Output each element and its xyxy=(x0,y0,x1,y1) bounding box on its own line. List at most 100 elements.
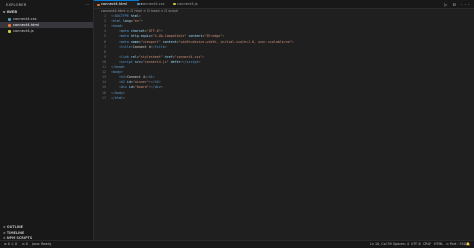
code-token: script xyxy=(120,59,133,64)
file-type-icon xyxy=(137,3,140,5)
breadcrumb[interactable]: connect4.html > ⊡ html > ⊡ head > ⊡ scri… xyxy=(101,9,178,13)
code-token: link xyxy=(120,54,129,59)
problems-status[interactable]: ⊗ 0 ⚠ 0 xyxy=(4,241,17,248)
folder-iweb[interactable]: v IWEB xyxy=(3,10,17,14)
cursor-position[interactable]: Ln 10, Col 39 xyxy=(370,241,392,248)
code-token: charset xyxy=(128,29,145,34)
code-token: > xyxy=(160,29,163,34)
code-text: <title>Connect 4</title> xyxy=(111,45,167,50)
code-token: "board" xyxy=(134,85,149,90)
code-token: > xyxy=(120,24,123,29)
code-token: "viewport" xyxy=(140,39,161,44)
editor-actions[interactable]: ▷ ⊟ ··· xyxy=(444,2,471,7)
code-token: head xyxy=(113,24,121,29)
file-type-icon xyxy=(8,17,11,21)
code-token: html xyxy=(128,14,139,18)
code-token: body xyxy=(114,90,123,95)
explorer-more-actions-icon[interactable]: ··· xyxy=(85,2,89,7)
code-token: meta xyxy=(120,34,129,39)
code-token: lang xyxy=(120,19,131,24)
outline-section[interactable]: > OUTLINE xyxy=(3,225,23,229)
code-token: html xyxy=(114,95,123,100)
code-token: defer xyxy=(168,59,181,64)
code-editor[interactable]: 1 <!DOCTYPE html> 2 <html lang="en"> 3 <head>… xyxy=(94,14,474,238)
explorer-sidebar: EXPLORER ··· v IWEB connect4.css connect4… xyxy=(0,0,94,240)
code-token: > xyxy=(164,44,167,49)
language-mode[interactable]: HTML xyxy=(434,241,443,248)
code-token: "winner" xyxy=(132,80,149,85)
live-server-port[interactable]: ⊙ Port : 5500 xyxy=(446,241,468,248)
code-text: </html> xyxy=(111,96,125,101)
ports-status[interactable]: ⊘ 0 xyxy=(22,241,28,248)
encoding[interactable]: UTF-8 xyxy=(411,241,421,248)
code-token: script xyxy=(186,59,199,64)
code-token: "en" xyxy=(132,19,141,24)
file-name: connect4.js xyxy=(13,29,34,33)
tab-label: connect4.css xyxy=(141,2,165,6)
code-token: meta xyxy=(120,39,129,44)
code-token: > xyxy=(122,95,125,100)
code-token: > xyxy=(122,90,125,95)
file-type-icon xyxy=(8,23,11,27)
code-token: head xyxy=(114,65,123,69)
code-token: name xyxy=(128,39,139,44)
code-token: content xyxy=(160,39,177,44)
file-name: connect4.css xyxy=(13,17,37,21)
tab-label: connect4.html xyxy=(101,2,127,6)
timeline-section[interactable]: > TIMELINE xyxy=(3,231,24,235)
code-token: "stylesheet" xyxy=(138,54,163,59)
file-name: connect4.html xyxy=(13,23,39,27)
code-token: title xyxy=(154,44,165,49)
code-token: "IE=edge" xyxy=(204,34,223,39)
editor-tabs: connect4.html × connect4.css connect4.js xyxy=(94,0,474,9)
code-token: "X-UA-Compatible" xyxy=(152,34,187,39)
code-token: "UTF-8" xyxy=(146,29,161,34)
code-token: "connect4.js" xyxy=(142,59,169,64)
java-status[interactable]: Java: Ready xyxy=(32,241,51,248)
explorer-title: EXPLORER xyxy=(6,3,27,7)
code-token: > xyxy=(158,80,161,85)
file-item[interactable]: connect4.js xyxy=(0,28,93,34)
code-token: "width=device-width, initial-scale=1.0, … xyxy=(178,39,292,44)
tab-connect4-css[interactable]: connect4.css xyxy=(134,0,175,8)
code-token: > xyxy=(291,39,294,44)
notifications-icon[interactable]: 🔔 xyxy=(466,241,470,248)
file-type-icon xyxy=(8,29,11,33)
line-ending[interactable]: CRLF xyxy=(423,241,431,248)
code-token: DOCTYPE xyxy=(114,14,129,18)
code-token: > xyxy=(138,14,141,18)
code-token: rel xyxy=(128,54,137,59)
code-token: body xyxy=(113,70,121,75)
code-token: href xyxy=(162,54,173,59)
code-token: http-equiv xyxy=(128,34,151,39)
code-token: > xyxy=(222,34,225,39)
code-token: > xyxy=(202,54,205,59)
code-token: "connect4.css" xyxy=(174,54,203,59)
code-token: meta xyxy=(120,29,129,34)
code-token: > xyxy=(140,19,143,24)
code-token: > xyxy=(120,70,123,75)
status-bar: ⊗ 0 ⚠ 0 ⊘ 0 Java: Ready Ln 10, Col 39 Sp… xyxy=(0,240,474,248)
indentation[interactable]: Spaces: 4 xyxy=(393,241,409,248)
tab-label: connect4.js xyxy=(177,2,198,6)
tab-connect4-js[interactable]: connect4.js xyxy=(170,0,211,8)
code-token: > xyxy=(122,65,125,69)
code-token: html xyxy=(113,19,121,24)
code-token: Connect 4 xyxy=(132,44,151,49)
file-type-icon xyxy=(97,4,100,6)
tab-connect4-html[interactable]: connect4.html × xyxy=(94,0,143,8)
code-token: title xyxy=(120,44,131,49)
code-token: > xyxy=(152,75,155,80)
file-type-icon xyxy=(173,3,176,5)
code-token: > xyxy=(160,85,163,90)
code-token: Connect 4 xyxy=(126,75,145,80)
